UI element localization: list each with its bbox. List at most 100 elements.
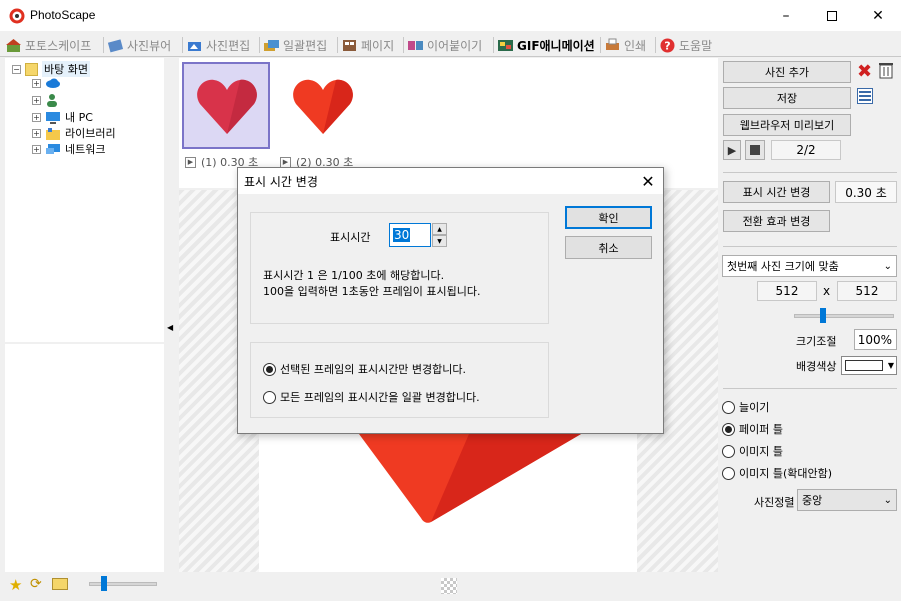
tree-item-user[interactable]: + xyxy=(32,93,59,107)
bgcolor-picker[interactable]: ▼ xyxy=(841,356,897,375)
tab-combine[interactable]: 이어붙이기 xyxy=(407,34,482,56)
open-folder-icon[interactable] xyxy=(52,578,68,590)
save-button[interactable]: 저장 xyxy=(723,87,851,109)
fit-option-paper-frame[interactable]: 페이퍼 틀 xyxy=(722,421,783,437)
change-time-button[interactable]: 표시 시간 변경 xyxy=(723,181,830,203)
panel-splitter[interactable]: ◀ xyxy=(165,58,177,572)
radio-button[interactable] xyxy=(722,444,735,458)
save-options-icon[interactable] xyxy=(857,88,873,104)
thumbnail-size-thumb[interactable] xyxy=(101,576,107,591)
help-icon: ? xyxy=(660,38,675,52)
file-list-panel[interactable] xyxy=(5,344,164,572)
tree-item-desktop[interactable]: − 바탕 화면 xyxy=(12,61,90,77)
radio-button[interactable] xyxy=(722,400,735,414)
tab-label: 사진편집 xyxy=(206,38,251,53)
height-field[interactable]: 512 xyxy=(837,281,897,301)
zoom-slider-thumb[interactable] xyxy=(820,308,826,323)
frame-thumbnail-1[interactable] xyxy=(182,62,270,149)
radio-button[interactable] xyxy=(722,466,735,480)
fit-option-image-frame[interactable]: 이미지 틀 xyxy=(722,443,783,459)
library-icon xyxy=(46,127,60,140)
play-button[interactable]: ▶ xyxy=(723,140,741,160)
trash-icon[interactable] xyxy=(878,61,894,79)
tab-bar: 포토스케이프 사진뷰어 사진편집 일괄편집 페이지 이어붙이기 GIF애니메이션… xyxy=(0,31,901,57)
change-time-dialog: 표시 시간 변경 ✕ 표시시간 30 ▲ ▼ 표시시간 1 은 1/100 초에… xyxy=(237,167,664,434)
fit-option-label: 늘이기 xyxy=(739,401,770,414)
align-label: 사진정렬 xyxy=(754,496,795,509)
apply-selected-option[interactable]: 선택된 프레임의 표시시간만 변경합니다. xyxy=(263,361,466,377)
expand-icon[interactable]: + xyxy=(32,112,41,122)
tab-label: 포토스케이프 xyxy=(25,38,92,53)
tab-batch[interactable]: 일괄편집 xyxy=(263,34,327,56)
star-icon[interactable]: ★ xyxy=(9,576,22,594)
gif-icon xyxy=(498,39,513,51)
radio-button-checked[interactable] xyxy=(263,362,276,376)
collapse-icon[interactable]: − xyxy=(12,64,21,74)
times-label: x xyxy=(823,284,831,298)
close-icon: ✕ xyxy=(872,7,884,24)
dialog-close-button[interactable]: ✕ xyxy=(635,169,661,193)
tree-item-label: 네트워크 xyxy=(65,143,106,156)
tab-viewer[interactable]: 사진뷰어 xyxy=(107,34,171,56)
stop-button[interactable] xyxy=(745,140,765,160)
rotate-icon[interactable]: ⟳ xyxy=(30,576,42,592)
svg-text:?: ? xyxy=(664,39,670,52)
minimize-button[interactable]: – xyxy=(763,0,809,31)
align-select[interactable]: 중앙 ⌄ xyxy=(797,489,897,511)
tab-photoscape[interactable]: 포토스케이프 xyxy=(5,34,91,56)
tree-item-onedrive[interactable]: + xyxy=(32,77,61,89)
time-spin-up[interactable]: ▲ xyxy=(432,223,447,235)
page-icon xyxy=(343,39,356,51)
tab-divider xyxy=(259,37,260,53)
time-label: 표시시간 xyxy=(330,231,371,244)
thumbnail-size-slider[interactable] xyxy=(89,582,157,586)
width-field[interactable]: 512 xyxy=(757,281,817,301)
zoom-field[interactable]: 100% xyxy=(854,329,897,350)
cancel-button[interactable]: 취소 xyxy=(565,236,652,259)
collapse-arrow-icon[interactable]: ◀ xyxy=(167,323,173,332)
close-button[interactable]: ✕ xyxy=(855,0,901,31)
chevron-down-icon: ⌄ xyxy=(883,494,892,506)
browser-preview-button[interactable]: 웹브라우저 미리보기 xyxy=(723,114,851,136)
fit-option-image-frame-no-zoom[interactable]: 이미지 틀(확대안함) xyxy=(722,465,832,481)
dialog-title-bar: 표시 시간 변경 ✕ xyxy=(238,168,663,194)
transparency-grid-icon[interactable] xyxy=(441,578,457,594)
chevron-down-icon: ⌄ xyxy=(883,260,892,272)
radio-button-checked[interactable] xyxy=(722,422,735,436)
tab-editor[interactable]: 사진편집 xyxy=(186,34,250,56)
expand-icon[interactable]: + xyxy=(32,128,41,138)
size-mode-select[interactable]: 첫번째 사진 크기에 맞춤 ⌄ xyxy=(722,255,897,277)
zoom-slider[interactable] xyxy=(794,314,894,318)
expand-icon[interactable]: + xyxy=(32,144,41,154)
align-value: 중앙 xyxy=(802,494,823,507)
tab-help[interactable]: ? 도움말 xyxy=(659,34,712,56)
expand-icon[interactable]: + xyxy=(32,78,41,88)
change-effect-button[interactable]: 전환 효과 변경 xyxy=(723,210,830,232)
frame-thumbnail-2[interactable] xyxy=(278,62,366,149)
tree-item-network[interactable]: + 네트워크 xyxy=(32,141,105,157)
fit-option-label: 페이퍼 틀 xyxy=(739,423,783,436)
time-spin-down[interactable]: ▼ xyxy=(432,235,447,247)
time-input[interactable]: 30 xyxy=(389,223,431,247)
fit-option-stretch[interactable]: 늘이기 xyxy=(722,399,769,415)
folder-tree[interactable]: − 바탕 화면 + + + 내 PC + 라이브러리 + 네트워크 xyxy=(5,58,164,342)
arrow-up-icon: ▲ xyxy=(437,225,442,233)
apply-all-option[interactable]: 모든 프레임의 표시시간을 일괄 변경합니다. xyxy=(263,389,480,405)
expand-icon[interactable]: + xyxy=(32,95,41,105)
delete-icon[interactable]: ✖ xyxy=(857,61,872,82)
tab-divider xyxy=(655,37,656,53)
tree-item-library[interactable]: + 라이브러리 xyxy=(32,125,116,141)
tab-page[interactable]: 페이지 xyxy=(341,34,394,56)
radio-button[interactable] xyxy=(263,390,276,404)
play-small-icon: ▶ xyxy=(280,156,291,168)
maximize-button[interactable] xyxy=(809,0,855,31)
tab-gif-animation[interactable]: GIF애니메이션 xyxy=(497,34,595,56)
add-photo-button[interactable]: 사진 추가 xyxy=(723,61,851,83)
tree-item-label: 바탕 화면 xyxy=(42,61,90,77)
chevron-down-icon: ▼ xyxy=(887,361,894,370)
maximize-icon xyxy=(827,10,837,21)
tab-divider xyxy=(403,37,404,53)
tree-item-pc[interactable]: + 내 PC xyxy=(32,109,93,125)
ok-button[interactable]: 확인 xyxy=(565,206,652,229)
tab-print[interactable]: 인쇄 xyxy=(604,34,646,56)
